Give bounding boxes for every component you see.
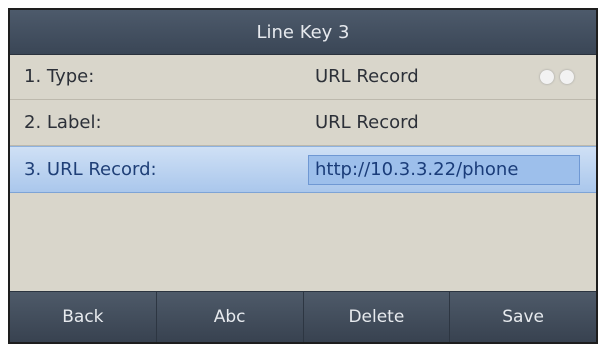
left-arrow-icon[interactable]	[540, 69, 554, 84]
url-record-value[interactable]: http://10.3.3.22/phone	[315, 147, 518, 192]
right-arrow-icon[interactable]	[560, 69, 574, 84]
delete-button[interactable]: Delete	[304, 292, 451, 342]
softkey-bar: Back Abc Delete Save	[10, 291, 596, 342]
label-value: URL Record	[315, 112, 419, 133]
input-mode-button[interactable]: Abc	[157, 292, 304, 342]
label-label: 2. Label:	[24, 112, 102, 133]
back-button[interactable]: Back	[10, 292, 157, 342]
list-item-label[interactable]: 2. Label: URL Record	[10, 100, 596, 146]
phone-screen: Line Key 3 1. Type: URL Record 2. Label:…	[8, 8, 598, 344]
list-item-url-record[interactable]: 3. URL Record: http://10.3.3.22/phone	[10, 146, 596, 193]
url-record-label: 3. URL Record:	[24, 159, 157, 180]
list-item-type[interactable]: 1. Type: URL Record	[10, 54, 596, 100]
type-label: 1. Type:	[24, 66, 95, 87]
type-value: URL Record	[315, 66, 419, 87]
page-title: Line Key 3	[10, 10, 596, 55]
settings-list: 1. Type: URL Record 2. Label: URL Record…	[10, 54, 596, 193]
type-selector-arrows[interactable]	[540, 54, 574, 99]
save-button[interactable]: Save	[450, 292, 596, 342]
